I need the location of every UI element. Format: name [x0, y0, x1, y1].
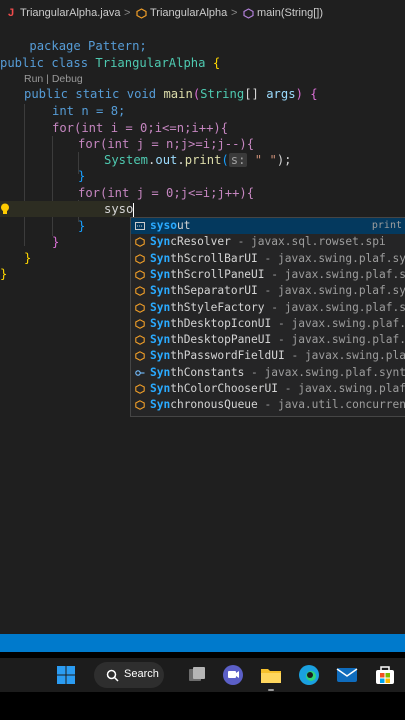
- code-line-syso[interactable]: syso: [104, 201, 135, 217]
- text-cursor: [133, 202, 135, 217]
- chevron-right-icon: >: [124, 7, 131, 19]
- search-icon: [106, 669, 119, 682]
- class-icon: [135, 384, 145, 394]
- breadcrumb: J TriangularAlpha.java > TriangularAlpha…: [0, 6, 405, 22]
- suggestion-item[interactable]: SyncResolver - javax.sql.rowset.spi: [131, 234, 405, 250]
- suggestion-label: SynthDesktopIconUI - javax.swing.plaf.s: [150, 316, 405, 330]
- code-line-package[interactable]: package Pattern;: [0, 22, 146, 53]
- method-icon: [243, 8, 254, 19]
- suggestion-detail: print: [371, 220, 402, 231]
- code-line-inner-for-2[interactable]: for(int j = 0;j<=i;j++){: [78, 185, 254, 201]
- suggestion-label: SyncResolver - javax.sql.rowset.spi: [150, 235, 386, 249]
- suggestion-label: SynthSeparatorUI - javax.swing.plaf.sy: [150, 284, 405, 298]
- taskbar-search-button[interactable]: Search: [94, 662, 164, 688]
- windows-taskbar: Search: [0, 658, 405, 692]
- parameter-hint: s:: [228, 153, 248, 167]
- code-line-inner-for-1[interactable]: for(int j = n;j>=i;j--){: [78, 136, 254, 152]
- code-line-close-inner-1[interactable]: }: [78, 168, 85, 184]
- code-line-class-decl[interactable]: public class TriangularAlpha {: [0, 55, 220, 71]
- suggestion-item[interactable]: SynthColorChooserUI - javax.swing.plaf: [131, 381, 405, 397]
- suggestion-label: SynthStyleFactory - javax.swing.plaf.sy: [150, 300, 405, 314]
- class-icon: [135, 270, 145, 280]
- suggestion-label: sysout: [150, 219, 191, 232]
- class-icon: [135, 302, 145, 313]
- active-app-indicator: [268, 689, 274, 691]
- code-line-close-inner-2[interactable]: }: [78, 218, 85, 234]
- suggestion-item[interactable]: SynthConstants - javax.swing.plaf.synth: [131, 365, 405, 381]
- suggestion-label: SynchronousQueue - java.util.concurrent: [150, 398, 405, 412]
- suggestion-item[interactable]: sysout print: [131, 218, 405, 234]
- chevron-right-icon: >: [231, 7, 238, 19]
- suggestion-item[interactable]: SynthScrollPaneUI - javax.swing.plaf.sy: [131, 267, 405, 283]
- suggestion-label: SynthPasswordFieldUI - javax.swing.plaf: [150, 349, 405, 363]
- code-line-outer-for[interactable]: for(int i = 0;i<=n;i++){: [52, 120, 228, 136]
- class-icon: [135, 253, 145, 264]
- edge-icon[interactable]: [298, 663, 320, 687]
- class-icon: [135, 286, 145, 297]
- suggestion-label: SynthColorChooserUI - javax.swing.plaf: [150, 382, 405, 395]
- suggestion-label: SynthScrollPaneUI - javax.swing.plaf.sy: [150, 267, 405, 281]
- taskbar-search-label: Search: [124, 668, 159, 680]
- class-icon: [135, 351, 145, 362]
- breadcrumb-class[interactable]: TriangularAlpha: [150, 7, 227, 19]
- indent-guide: [24, 104, 25, 246]
- suggestion-item[interactable]: SynthDesktopPaneUI - javax.swing.plaf.s: [131, 332, 405, 348]
- suggestion-label: SynthDesktopPaneUI - javax.swing.plaf.s: [150, 333, 405, 347]
- code-line-print[interactable]: System.out.print(s: " ");: [104, 152, 292, 168]
- suggestion-item[interactable]: SynthStyleFactory - javax.swing.plaf.sy: [131, 300, 405, 316]
- class-icon: [135, 400, 145, 411]
- breadcrumb-file[interactable]: TriangularAlpha.java: [20, 7, 120, 19]
- snippet-icon: [135, 222, 145, 230]
- code-line-close-outer[interactable]: }: [52, 234, 59, 250]
- interface-icon: [135, 369, 145, 376]
- class-icon: [135, 335, 145, 345]
- class-icon: [135, 237, 145, 248]
- code-line-close-main[interactable]: }: [24, 250, 31, 266]
- suggestion-item[interactable]: SynthDesktopIconUI - javax.swing.plaf.s: [131, 316, 405, 332]
- class-icon: [135, 318, 145, 329]
- task-view-icon[interactable]: [186, 663, 208, 687]
- teams-icon[interactable]: [222, 663, 244, 687]
- breadcrumb-method[interactable]: main(String[]): [257, 7, 323, 19]
- indent-guide: [52, 136, 53, 236]
- suggestion-item[interactable]: SynthPasswordFieldUI - javax.swing.plaf: [131, 348, 405, 364]
- file-explorer-icon[interactable]: [260, 663, 282, 687]
- mail-icon[interactable]: [336, 663, 358, 687]
- suggestion-item[interactable]: SynchronousQueue - java.util.concurrent: [131, 397, 405, 413]
- autocomplete-suggestions[interactable]: sysout print SyncResolver - javax.sql.rows…: [130, 217, 405, 417]
- suggestion-label: SynthConstants - javax.swing.plaf.synth: [150, 365, 405, 379]
- code-line-main-decl[interactable]: public static void main(String[] args) {: [24, 86, 318, 102]
- code-line-int-n[interactable]: int n = 8;: [52, 103, 125, 119]
- lightbulb-icon[interactable]: [0, 203, 10, 215]
- start-icon[interactable]: [56, 663, 76, 687]
- status-bar[interactable]: [0, 634, 405, 652]
- code-editor[interactable]: J TriangularAlpha.java > TriangularAlpha…: [0, 0, 405, 634]
- suggestion-item[interactable]: SynthSeparatorUI - javax.swing.plaf.sy: [131, 283, 405, 299]
- suggestion-label: SynthScrollBarUI - javax.swing.plaf.syn: [150, 251, 405, 265]
- codelens-run-debug[interactable]: Run | Debug: [24, 73, 83, 85]
- class-icon: [136, 8, 147, 19]
- java-file-icon: J: [8, 7, 15, 19]
- suggestion-item[interactable]: SynthScrollBarUI - javax.swing.plaf.syn: [131, 251, 405, 267]
- bottom-bar: [0, 692, 405, 720]
- store-icon[interactable]: [374, 663, 396, 687]
- code-line-close-class[interactable]: }: [0, 266, 7, 282]
